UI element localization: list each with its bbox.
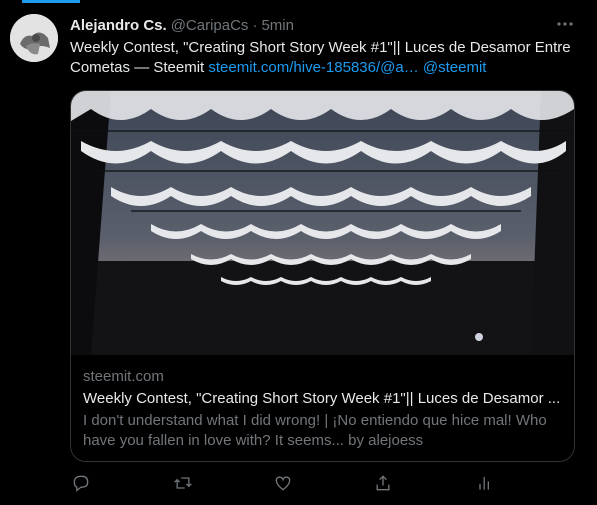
card-image[interactable]: [71, 91, 574, 355]
tweet-actions: [70, 472, 500, 500]
heart-icon[interactable]: [272, 472, 294, 494]
card-title[interactable]: Weekly Contest, "Creating Short Story We…: [83, 389, 561, 409]
share-icon[interactable]: [372, 472, 394, 494]
card-domain: steemit.com: [83, 368, 164, 385]
card-meta: steemit.com Weekly Contest, "Creating Sh…: [83, 367, 563, 451]
avatar-image: [10, 14, 58, 62]
author-handle[interactable]: @CaripaCs: [171, 17, 249, 34]
separator-dot: ·: [252, 16, 258, 34]
tweet-text: Weekly Contest, "Creating Short Story We…: [70, 38, 575, 78]
retweet-icon[interactable]: [172, 472, 194, 494]
card-description: I don't understand what I did wrong! | ¡…: [83, 412, 547, 449]
timestamp[interactable]: 5min: [261, 17, 294, 34]
link-preview-card[interactable]: steemit.com Weekly Contest, "Creating Sh…: [70, 90, 575, 462]
reply-icon[interactable]: [70, 472, 92, 494]
top-tab-indicator: [22, 0, 80, 3]
mention-link[interactable]: @steemit: [423, 59, 487, 76]
tweet-header: Alejandro Cs. @CaripaCs · 5min: [70, 14, 294, 36]
analytics-icon[interactable]: [474, 472, 496, 494]
avatar[interactable]: [10, 14, 58, 62]
author-name[interactable]: Alejandro Cs.: [70, 17, 167, 34]
ellipsis-icon[interactable]: [555, 14, 575, 34]
tweet-link[interactable]: steemit.com/hive-185836/@a…: [208, 59, 418, 76]
